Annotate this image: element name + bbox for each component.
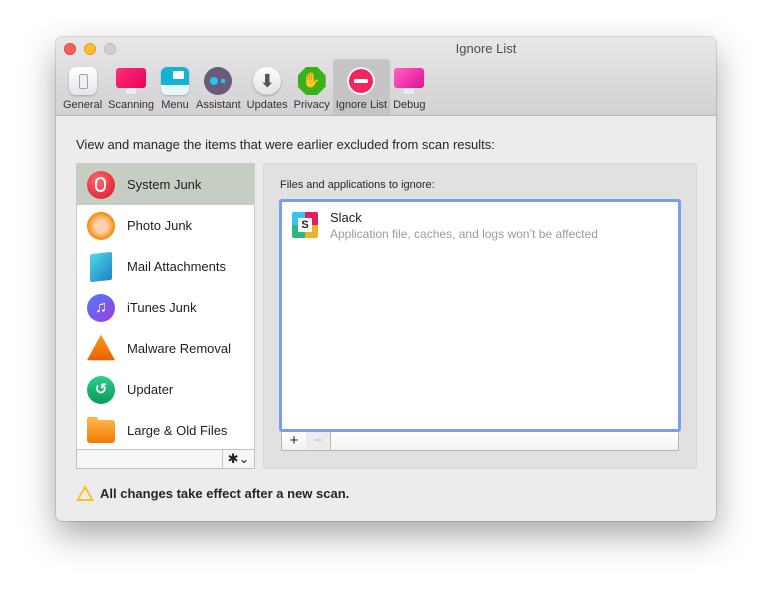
- category-label: System Junk: [127, 177, 202, 192]
- category-label: Large & Old Files: [127, 423, 228, 438]
- category-list: System Junk Photo Junk Mail Attachments …: [76, 163, 255, 469]
- category-label: iTunes Junk: [127, 300, 197, 315]
- slack-icon: S: [292, 212, 318, 238]
- category-photo-junk[interactable]: Photo Junk: [77, 205, 254, 246]
- gear-menu-button[interactable]: ✱⌄: [222, 450, 254, 468]
- titlebar: Ignore List General Scanning Menu Assist…: [56, 37, 716, 116]
- category-large-old-files[interactable]: Large & Old Files: [77, 410, 254, 451]
- general-icon: [68, 66, 98, 96]
- ignore-panel-label: Files and applications to ignore:: [280, 179, 435, 191]
- tab-general[interactable]: General: [60, 59, 105, 115]
- photo-junk-icon: [87, 211, 115, 240]
- category-label: Malware Removal: [127, 341, 232, 356]
- footer-note-text: All changes take effect after a new scan…: [100, 485, 350, 501]
- category-malware-removal[interactable]: Malware Removal: [77, 328, 254, 369]
- tab-label: Menu: [161, 99, 189, 111]
- tab-scanning[interactable]: Scanning: [105, 59, 157, 115]
- preferences-window: Ignore List General Scanning Menu Assist…: [56, 37, 716, 521]
- category-label: Photo Junk: [127, 218, 193, 233]
- gear-icon: ✱⌄: [227, 451, 250, 466]
- hand-stop-icon: ✋: [297, 66, 327, 96]
- add-item-button[interactable]: +: [282, 432, 307, 450]
- tab-label: Updates: [246, 99, 288, 111]
- category-label: Updater: [127, 382, 174, 397]
- footer-note: All changes take effect after a new scan…: [76, 485, 349, 501]
- category-label: Mail Attachments: [127, 259, 226, 274]
- ignore-list-controls: + −: [281, 432, 679, 451]
- scanning-monitor-icon: [116, 66, 147, 96]
- tab-label: Ignore List: [335, 99, 388, 111]
- category-system-junk[interactable]: System Junk: [77, 164, 254, 205]
- download-arrow-icon: ⬇: [252, 66, 282, 96]
- tab-label: Assistant: [196, 99, 241, 111]
- system-junk-icon: [87, 170, 115, 199]
- biohazard-icon: [87, 334, 115, 363]
- tab-updates[interactable]: ⬇ Updates: [244, 59, 291, 115]
- tab-ignore-list[interactable]: Ignore List: [332, 59, 391, 115]
- mail-attachments-icon: [87, 251, 115, 282]
- assistant-icon: [203, 66, 233, 96]
- category-mail-attachments[interactable]: Mail Attachments: [77, 246, 254, 287]
- large-files-folder-icon: [87, 416, 115, 445]
- intro-text: View and manage the items that were earl…: [76, 137, 495, 152]
- no-entry-icon: [346, 66, 376, 96]
- category-updater[interactable]: ↺ Updater: [77, 369, 254, 410]
- window-title: Ignore List: [455, 41, 517, 56]
- warning-icon: [76, 485, 94, 501]
- category-list-footer: ✱⌄: [76, 449, 255, 469]
- tab-menu[interactable]: Menu: [157, 59, 193, 115]
- preferences-toolbar: General Scanning Menu Assistant ⬇ Update…: [60, 59, 429, 115]
- remove-item-button[interactable]: −: [306, 432, 331, 450]
- item-description: Application file, caches, and logs won’t…: [330, 227, 598, 241]
- tab-label: Scanning: [108, 99, 155, 111]
- updater-icon: ↺: [87, 375, 115, 404]
- tab-label: Privacy: [293, 99, 330, 111]
- ignore-list[interactable]: S Slack Application file, caches, and lo…: [279, 199, 681, 432]
- tab-label: General: [63, 99, 103, 111]
- list-item[interactable]: S Slack Application file, caches, and lo…: [292, 210, 598, 241]
- debug-monitor-icon: [394, 66, 425, 96]
- itunes-icon: ♫: [87, 293, 115, 322]
- tab-privacy[interactable]: ✋ Privacy: [291, 59, 333, 115]
- category-itunes-junk[interactable]: ♫ iTunes Junk: [77, 287, 254, 328]
- menu-icon: [160, 66, 190, 96]
- ignore-panel: Files and applications to ignore: S Slac…: [263, 163, 697, 469]
- tab-assistant[interactable]: Assistant: [193, 59, 244, 115]
- tab-debug[interactable]: Debug: [390, 59, 428, 115]
- item-name: Slack: [330, 210, 362, 225]
- tab-label: Debug: [393, 99, 426, 111]
